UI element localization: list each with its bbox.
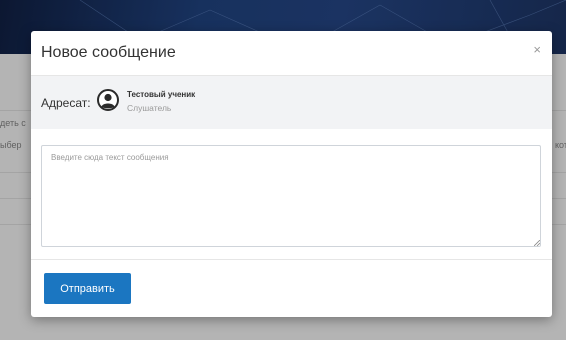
close-button[interactable]: × xyxy=(533,43,541,57)
dialog-header: Новое сообщение × xyxy=(31,31,552,76)
resize-handle-icon[interactable] xyxy=(534,240,540,246)
dialog-footer-divider xyxy=(31,259,552,260)
message-textarea[interactable] xyxy=(41,145,541,247)
recipient-bar: Адресат: Тестовый ученик Слушатель xyxy=(31,76,552,129)
recipient-name: Тестовый ученик xyxy=(127,90,196,99)
user-avatar-icon xyxy=(97,89,119,111)
recipient-role: Слушатель xyxy=(127,103,172,113)
new-message-dialog: Новое сообщение × Адресат: Тестовый учен… xyxy=(31,31,552,317)
recipient-label: Адресат: xyxy=(41,96,91,110)
send-button[interactable]: Отправить xyxy=(44,273,131,304)
dialog-title: Новое сообщение xyxy=(41,44,176,61)
